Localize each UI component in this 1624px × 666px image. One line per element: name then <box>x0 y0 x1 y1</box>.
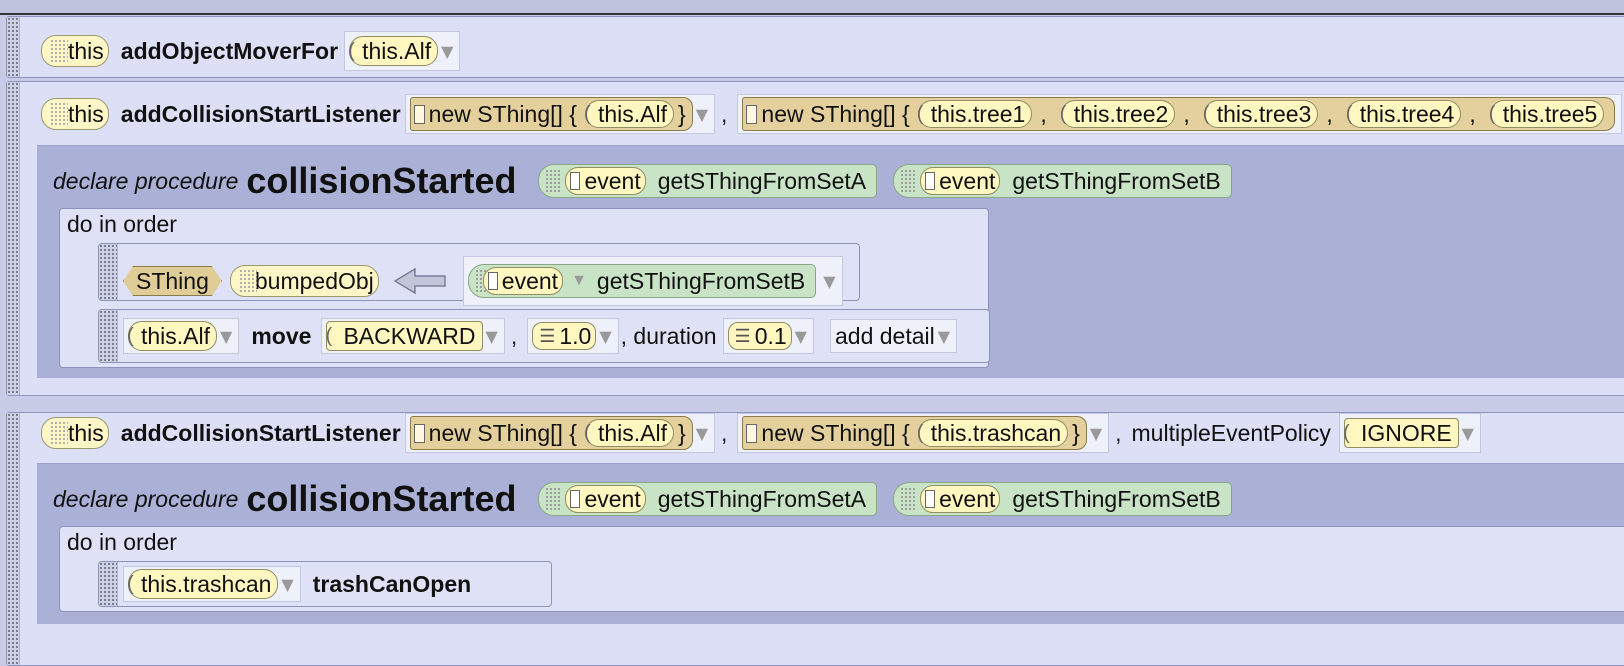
statement-add-object-mover[interactable]: this addObjectMoverFor this.Alf ▼ <box>6 16 1624 78</box>
set-a-argument[interactable]: new SThing[] { this.Alf } ▼ <box>404 94 716 134</box>
event-object-pill[interactable]: event <box>920 485 1001 513</box>
local-variable-statement[interactable]: SThing bumpedObj event ▼ getSThingFromSe… <box>98 243 860 306</box>
do-in-order-label: do in order <box>67 529 177 555</box>
call-target-pill[interactable]: this.trashcan <box>127 569 279 599</box>
this-object-pill[interactable]: this <box>41 417 109 449</box>
dropdown-triangle-icon[interactable]: ▼ <box>220 327 232 346</box>
trashcan-open-statement[interactable]: this.trashcan ▼ trashCanOpen <box>98 561 552 607</box>
move-target-box[interactable]: this.Alf ▼ <box>123 318 240 354</box>
statement-add-collision-listener-1[interactable]: this addCollisionStartListener new SThin… <box>6 81 1624 396</box>
event-param-b[interactable]: event getSThingFromSetB <box>893 164 1232 198</box>
method-name: addCollisionStartListener <box>120 100 401 127</box>
method-name: addObjectMoverFor <box>120 37 339 64</box>
policy-pill[interactable]: IGNORE <box>1343 418 1459 448</box>
number-icon: ☰ <box>734 325 751 346</box>
drag-handle[interactable] <box>99 244 118 300</box>
policy-label: multipleEventPolicy <box>1131 419 1331 446</box>
declare-procedure-label: declare procedure <box>53 485 239 512</box>
type-badge[interactable]: SThing <box>123 266 222 296</box>
do-in-order-block[interactable]: do in order this.trashcan ▼ trashCanOpen <box>59 526 1624 612</box>
argument-box[interactable]: this.Alf ▼ <box>344 31 461 71</box>
drag-handle[interactable] <box>7 413 20 665</box>
procedure-block[interactable]: declare procedure collisionStarted event… <box>37 145 1624 378</box>
event-param-a[interactable]: event getSThingFromSetA <box>538 164 878 198</box>
array-literal-b[interactable]: new SThing[] { this.trashcan } <box>742 416 1087 450</box>
event-object-pill[interactable]: event <box>920 167 1001 195</box>
array-item[interactable]: this.tree4 <box>1346 100 1462 128</box>
dropdown-triangle-icon[interactable]: ▼ <box>281 575 293 594</box>
policy-box[interactable]: IGNORE ▼ <box>1338 413 1481 453</box>
dropdown-triangle-icon[interactable]: ▼ <box>571 272 587 290</box>
event-value-pill[interactable]: event ▼ getSThingFromSetB <box>467 264 817 298</box>
procedure-name: collisionStarted <box>246 478 517 519</box>
declare-procedure-label: declare procedure <box>53 167 239 194</box>
array-item[interactable]: this.Alf <box>584 419 675 447</box>
do-in-order-block[interactable]: do in order SThing bumpedObj event ▼ get… <box>59 208 990 368</box>
array-literal-a[interactable]: new SThing[] { this.Alf } <box>409 416 693 450</box>
assign-arrow-icon <box>393 267 446 295</box>
drag-handle[interactable] <box>7 17 20 77</box>
procedure-name: collisionStarted <box>246 160 517 201</box>
set-a-argument[interactable]: new SThing[] { this.Alf } ▼ <box>404 413 716 453</box>
event-param-a[interactable]: event getSThingFromSetA <box>538 482 878 516</box>
dropdown-triangle-icon[interactable]: ▼ <box>938 327 950 346</box>
event-object-pill[interactable]: event <box>482 267 564 295</box>
move-method: move <box>251 322 312 349</box>
array-item[interactable]: this.trashcan <box>917 419 1069 447</box>
method-name: addCollisionStartListener <box>120 419 401 446</box>
array-literal-b[interactable]: new SThing[] { this.tree1, this.tree2, t… <box>742 97 1616 131</box>
array-item[interactable]: this.tree5 <box>1489 100 1605 128</box>
event-object-pill[interactable]: event <box>565 167 646 195</box>
procedure-block[interactable]: declare procedure collisionStarted event… <box>37 463 1624 624</box>
direction-pill[interactable]: BACKWARD <box>325 321 483 351</box>
dropdown-triangle-icon[interactable]: ▼ <box>1090 424 1102 443</box>
set-b-argument[interactable]: new SThing[] { this.trashcan } ▼ <box>737 413 1110 453</box>
dropdown-triangle-icon[interactable]: ▼ <box>696 105 708 124</box>
array-literal-a[interactable]: new SThing[] { this.Alf } <box>409 97 693 131</box>
dropdown-triangle-icon[interactable]: ▼ <box>823 272 835 291</box>
dropdown-triangle-icon[interactable]: ▼ <box>599 327 611 346</box>
assigned-value-box[interactable]: event ▼ getSThingFromSetB ▼ <box>462 256 843 306</box>
top-scroll-edge <box>0 0 1624 15</box>
set-b-argument[interactable]: new SThing[] { this.tree1, this.tree2, t… <box>737 94 1623 134</box>
drag-handle[interactable] <box>99 310 118 362</box>
event-object-pill[interactable]: event <box>565 485 646 513</box>
array-item[interactable]: this.tree2 <box>1060 100 1176 128</box>
add-detail-button[interactable]: add detail ▼ <box>829 319 958 353</box>
dropdown-triangle-icon[interactable]: ▼ <box>441 42 453 61</box>
drag-handle[interactable] <box>7 82 20 395</box>
duration-label: , duration <box>620 322 717 349</box>
amount-box[interactable]: ☰ 1.0 ▼ <box>527 318 619 354</box>
variable-name-pill[interactable]: bumpedObj <box>229 265 379 297</box>
dropdown-triangle-icon[interactable]: ▼ <box>486 327 498 346</box>
dropdown-triangle-icon[interactable]: ▼ <box>1462 424 1474 443</box>
array-item[interactable]: this.Alf <box>584 100 675 128</box>
event-param-b[interactable]: event getSThingFromSetB <box>893 482 1232 516</box>
amount-pill[interactable]: ☰ 1.0 <box>532 322 597 350</box>
duration-box[interactable]: ☰ 0.1 ▼ <box>722 318 814 354</box>
move-statement[interactable]: this.Alf ▼ move BACKWARD ▼ , ☰1.0 ▼ , du… <box>98 309 990 363</box>
array-item[interactable]: this.tree3 <box>1203 100 1319 128</box>
this-object-pill[interactable]: this <box>41 98 109 130</box>
statement-add-collision-listener-2[interactable]: this addCollisionStartListener new SThin… <box>6 412 1624 666</box>
do-in-order-label: do in order <box>67 211 177 237</box>
call-target-box[interactable]: this.trashcan ▼ <box>123 566 301 602</box>
move-target-pill[interactable]: this.Alf <box>127 321 218 351</box>
dropdown-triangle-icon[interactable]: ▼ <box>696 424 708 443</box>
array-item[interactable]: this.tree1 <box>917 100 1033 128</box>
drag-handle[interactable] <box>99 562 118 606</box>
argument-pill[interactable]: this.Alf <box>348 36 439 66</box>
call-method: trashCanOpen <box>312 570 472 597</box>
dropdown-triangle-icon[interactable]: ▼ <box>795 327 807 346</box>
duration-pill[interactable]: ☰ 0.1 <box>727 322 792 350</box>
this-object-pill[interactable]: this <box>41 35 109 67</box>
direction-box[interactable]: BACKWARD ▼ <box>321 318 505 354</box>
number-icon: ☰ <box>539 325 556 346</box>
